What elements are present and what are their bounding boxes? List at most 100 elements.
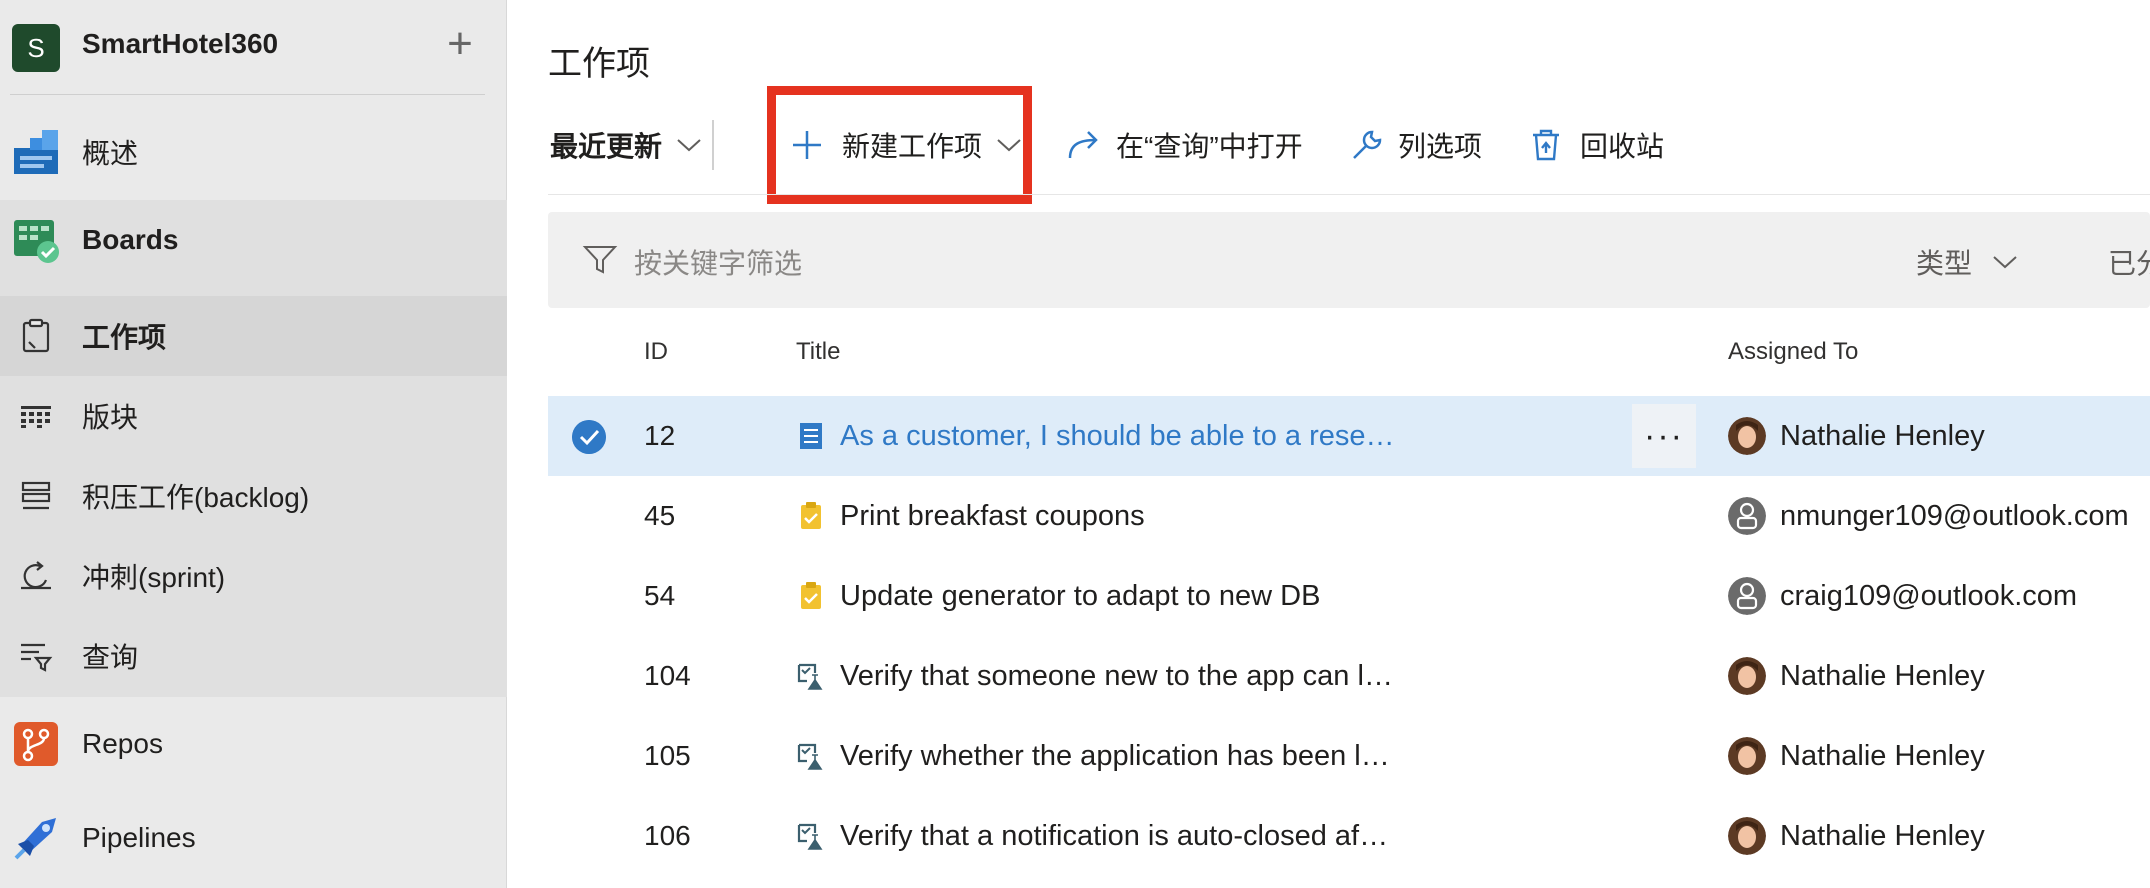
row-title-link[interactable]: Verify that a notification is auto-close…: [840, 820, 1396, 853]
column-header-id[interactable]: ID: [644, 338, 668, 366]
divider: [10, 94, 485, 95]
row-assigned: craig109@outlook.com: [1728, 556, 2077, 636]
toolbar-separator: [712, 120, 714, 170]
checkmark-icon[interactable]: [572, 420, 606, 454]
sidebar-item-label: 概述: [82, 138, 139, 169]
task-icon: [801, 502, 821, 529]
sidebar-item-work-items[interactable]: 工作项: [0, 316, 507, 356]
open-in-queries-label: 在“查询”中打开: [1116, 131, 1303, 162]
row-id: 105: [644, 740, 691, 771]
table-row[interactable]: 106 Verify that a notification is auto-c…: [548, 796, 2150, 876]
assigned-filter-dropdown[interactable]: 已分配: [2108, 242, 2150, 282]
type-filter-dropdown[interactable]: 类型: [1916, 242, 2018, 282]
table-row[interactable]: 45 Print breakfast coupons nmunger109@ou…: [548, 476, 2150, 556]
view-label: 最近更新: [550, 131, 663, 162]
board-grid-icon: [21, 406, 51, 428]
sidebar-item-label: 积压工作(backlog): [82, 482, 310, 513]
avatar: [1728, 577, 1766, 615]
project-name[interactable]: SmartHotel360: [82, 28, 278, 60]
repos-icon: [14, 722, 58, 766]
project-header[interactable]: S SmartHotel360 +: [0, 0, 507, 96]
open-in-queries-button[interactable]: 在“查询”中打开: [1066, 110, 1303, 180]
row-title-cell[interactable]: Verify that someone new to the app can l…: [796, 636, 1396, 716]
row-assigned: nmunger109@outlook.com: [1728, 476, 2129, 556]
table-row[interactable]: 12 As a customer, I should be able to a …: [548, 396, 2150, 476]
sidebar-item-pipelines[interactable]: Pipelines: [0, 814, 507, 862]
column-header-assigned-to[interactable]: Assigned To: [1728, 338, 1858, 366]
filter-icon: [582, 246, 618, 274]
assignee-name: nmunger109@outlook.com: [1780, 499, 2129, 532]
annotation-highlight-box: [767, 86, 1032, 204]
sidebar-item-backlog[interactable]: 积压工作(backlog): [0, 476, 507, 516]
assignee-name: Nathalie Henley: [1780, 419, 1985, 452]
assignee-name: craig109@outlook.com: [1780, 579, 2078, 612]
sidebar-item-label: Repos: [82, 728, 163, 759]
sidebar-item-sprint[interactable]: 冲刺(sprint): [0, 556, 507, 596]
wrench-icon: [1353, 130, 1382, 159]
row-title-cell[interactable]: Verify that a notification is auto-close…: [796, 796, 1396, 876]
table-row[interactable]: 104 Verify that someone new to the app c…: [548, 636, 2150, 716]
task-icon: [801, 582, 821, 609]
chevron-down-icon: [677, 139, 701, 152]
avatar: [1728, 737, 1766, 775]
filter-bar: 按关键字筛选 类型 已分配: [548, 212, 2150, 308]
row-title-link[interactable]: Print breakfast coupons: [840, 500, 1145, 533]
sidebar-item-repos[interactable]: Repos: [0, 720, 507, 768]
test-case-icon: [797, 743, 823, 770]
page-title: 工作项: [548, 45, 650, 83]
column-options-button[interactable]: 列选项: [1350, 110, 1482, 180]
view-selector[interactable]: 最近更新: [550, 110, 702, 180]
row-assigned: Nathalie Henley: [1728, 716, 1985, 796]
row-title-cell[interactable]: Update generator to adapt to new DB: [796, 556, 1396, 636]
chevron-down-icon: [1993, 256, 2017, 269]
row-assigned: Nathalie Henley: [1728, 796, 1985, 876]
sidebar-item-board[interactable]: 版块: [0, 396, 507, 436]
assignee-name: Nathalie Henley: [1780, 659, 1985, 692]
row-title-cell[interactable]: Print breakfast coupons: [796, 476, 1396, 556]
recycle-bin-label: 回收站: [1580, 131, 1665, 162]
backlog-icon: [21, 481, 51, 510]
sidebar-item-label: 查询: [82, 642, 139, 673]
redo-arrow-icon: [1068, 131, 1098, 159]
table-row[interactable]: 105 Verify whether the application has b…: [548, 716, 2150, 796]
column-header-title[interactable]: Title: [796, 338, 840, 366]
query-icon: [21, 643, 53, 672]
avatar: [1728, 417, 1766, 455]
row-title-cell[interactable]: Verify whether the application has been …: [796, 716, 1396, 796]
sidebar-item-overview[interactable]: 概述: [0, 128, 507, 176]
add-icon[interactable]: +: [440, 22, 480, 70]
assignee-name: Nathalie Henley: [1780, 739, 1985, 772]
table-row[interactable]: 54 Update generator to adapt to new DB c…: [548, 556, 2150, 636]
sidebar-item-label: 版块: [82, 402, 139, 433]
row-id: 54: [644, 580, 676, 611]
row-title-link[interactable]: Update generator to adapt to new DB: [840, 580, 1320, 613]
toolbar-divider: [548, 194, 2150, 195]
sprint-icon: [21, 561, 51, 590]
sidebar-item-queries[interactable]: 查询: [0, 636, 507, 676]
more-actions-button[interactable]: ···: [1632, 404, 1696, 468]
recycle-bin-button[interactable]: 回收站: [1530, 110, 1664, 180]
row-title-link[interactable]: Verify that someone new to the app can l…: [840, 660, 1396, 693]
sidebar-item-boards[interactable]: Boards: [0, 216, 507, 264]
avatar: [1728, 657, 1766, 695]
sidebar: S SmartHotel360 + 概述 Boards 工作项 版块 积压工作(…: [0, 0, 507, 888]
row-title-link[interactable]: As a customer, I should be able to a res…: [840, 420, 1396, 453]
test-case-icon: [797, 823, 823, 850]
filter-keyword-input[interactable]: 按关键字筛选: [634, 242, 802, 282]
boards-icon: [14, 220, 59, 263]
row-title-link[interactable]: Verify whether the application has been …: [840, 740, 1396, 773]
row-title-cell[interactable]: As a customer, I should be able to a res…: [796, 396, 1396, 476]
row-id: 12: [644, 420, 676, 451]
row-id: 104: [644, 660, 691, 691]
row-id: 106: [644, 820, 691, 851]
pipelines-icon: [14, 818, 56, 860]
row-assigned: Nathalie Henley: [1728, 636, 1985, 716]
column-options-label: 列选项: [1398, 131, 1483, 162]
user-story-icon: [800, 423, 822, 449]
boards-section: [0, 200, 507, 697]
assignee-name: Nathalie Henley: [1780, 819, 1985, 852]
row-id: 45: [644, 500, 676, 531]
test-case-icon: [797, 663, 823, 690]
sidebar-item-label: Pipelines: [82, 822, 196, 853]
sidebar-item-label: 冲刺(sprint): [82, 562, 226, 593]
